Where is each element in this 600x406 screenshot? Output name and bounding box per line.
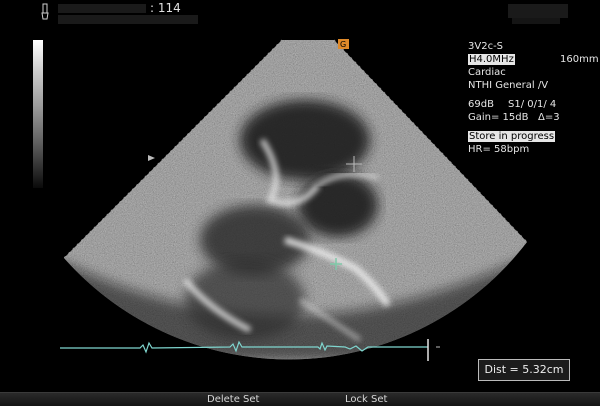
ultrasound-screen: : 114 G 3V2c-S H4.0MHz 160mm Cardiac NTH… xyxy=(0,0,600,406)
lock-set-button[interactable]: Lock Set xyxy=(345,393,387,406)
store-status: Store in progress xyxy=(468,131,556,142)
heart-rate: HR= 58bpm xyxy=(468,144,530,155)
probe-name: 3V2c-S xyxy=(468,41,504,52)
delta: Δ=3 xyxy=(538,112,560,123)
power: 69dB xyxy=(468,99,494,110)
gain: Gain= 15dB xyxy=(468,112,529,123)
focus-marker-icon xyxy=(148,155,155,161)
orientation-marker: G xyxy=(338,39,349,49)
orientation-marker-label: G xyxy=(340,40,346,49)
depth: 160mm xyxy=(560,54,599,65)
delete-set-button[interactable]: Delete Set xyxy=(207,393,259,406)
frequency-depth-row: H4.0MHz 160mm xyxy=(468,53,599,66)
application: Cardiac xyxy=(468,67,506,78)
preset: NTHI General /V xyxy=(468,80,549,91)
status-row: Store in progress xyxy=(468,130,598,143)
info-panel: 3V2c-S H4.0MHz 160mm Cardiac NTHI Genera… xyxy=(468,40,599,156)
gain-row: Gain= 15dB Δ=3 xyxy=(468,111,598,124)
power-row: 69dB S1/ 0/1/ 4 xyxy=(468,98,598,111)
softkey-bar: Delete Set Lock Set xyxy=(0,392,600,406)
distance-measurement: Dist = 5.32cm xyxy=(478,359,570,381)
frequency: H4.0MHz xyxy=(468,54,515,65)
s-settings: S1/ 0/1/ 4 xyxy=(508,99,557,110)
